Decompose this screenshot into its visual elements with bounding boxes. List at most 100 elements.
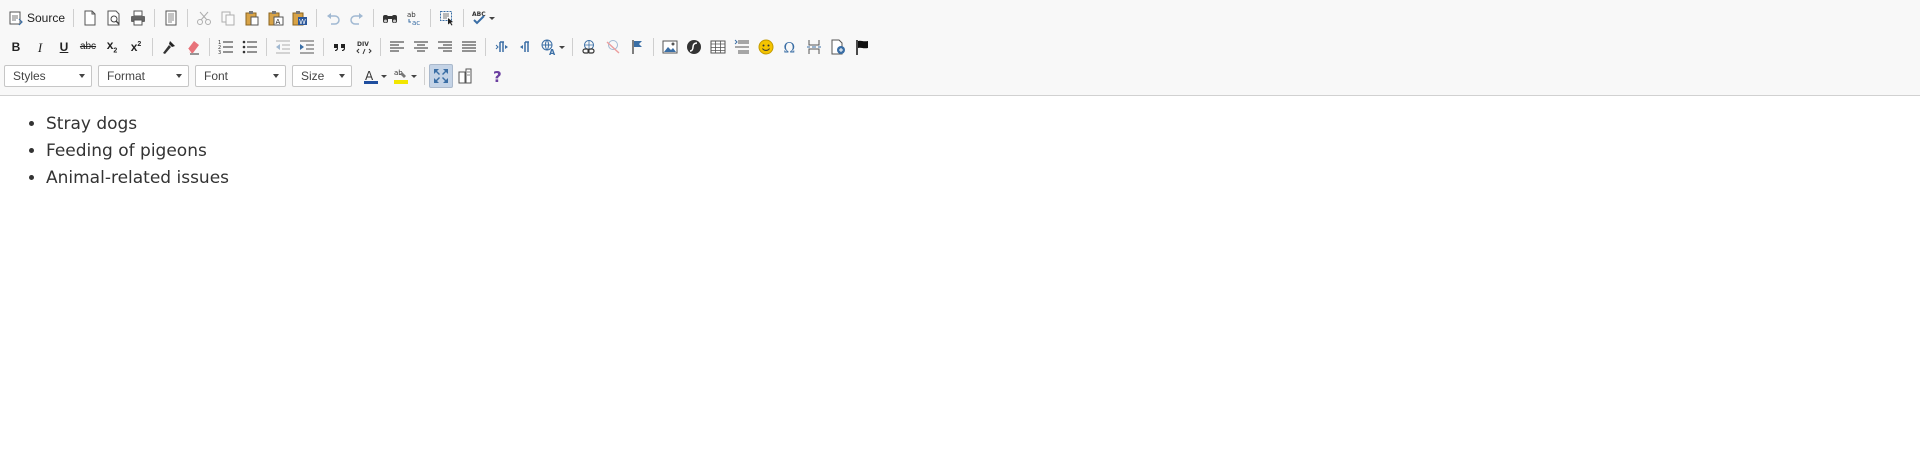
toolbar-row-2: B I U abc x2 x2 123 DIV A Ω [4,34,874,60]
justify-button[interactable] [457,35,481,59]
list-item: Stray dogs [46,111,1920,138]
link-button[interactable] [577,35,601,59]
numbered-list-button[interactable]: 123 [214,35,238,59]
font-combo[interactable]: Font [195,65,286,87]
cut-icon [196,10,212,26]
numbered-list-icon: 123 [218,39,234,55]
select-all-button[interactable] [435,6,459,30]
spellcheck-dropdown-arrow [489,16,496,20]
editor-content[interactable]: Stray dogs Feeding of pigeons Animal-rel… [0,97,1920,467]
align-center-button[interactable] [409,35,433,59]
replace-button[interactable]: ab ac [402,6,426,30]
font-combo-label: Font [204,69,229,83]
iframe-button[interactable] [826,35,850,59]
ltr-button[interactable] [490,35,514,59]
chevron-down-icon [273,74,279,78]
paste-word-icon: W [292,10,308,26]
text-color-button[interactable]: A [360,64,390,88]
copy-button[interactable] [216,6,240,30]
ltr-icon [494,39,510,55]
help-button[interactable]: ? [486,64,510,88]
subscript-button[interactable]: x2 [100,35,124,59]
table-button[interactable] [706,35,730,59]
preview-button[interactable] [102,6,126,30]
maximize-button[interactable] [429,64,453,88]
strike-icon: abc [79,41,97,52]
svg-text:A: A [549,48,556,55]
cut-button[interactable] [192,6,216,30]
div-button[interactable]: DIV [352,35,376,59]
unlink-button[interactable] [601,35,625,59]
separator [209,38,210,56]
bg-color-icon: ab [393,68,409,84]
text-color-dropdown-arrow [381,74,387,78]
rtl-button[interactable] [514,35,538,59]
remove-format-icon [185,39,201,55]
svg-text:A: A [365,69,374,83]
redo-button[interactable] [345,6,369,30]
paste-text-button[interactable]: A [264,6,288,30]
copy-formatting-button[interactable] [157,35,181,59]
align-right-icon [437,39,453,55]
print-button[interactable] [126,6,150,30]
format-combo[interactable]: Format [98,65,189,87]
flag-button[interactable] [850,35,874,59]
outdent-button[interactable] [271,35,295,59]
remove-format-button[interactable] [181,35,205,59]
find-icon [382,10,398,26]
separator [380,38,381,56]
templates-button[interactable] [159,6,183,30]
toolbar-row-3: Styles Format Font Size A ab ? [4,63,510,89]
svg-text:3: 3 [218,50,221,55]
align-left-button[interactable] [385,35,409,59]
flash-button[interactable] [682,35,706,59]
bulleted-list-button[interactable] [238,35,262,59]
undo-button[interactable] [321,6,345,30]
align-right-button[interactable] [433,35,457,59]
underline-button[interactable]: U [52,35,76,59]
horizontal-rule-button[interactable] [730,35,754,59]
blockquote-button[interactable] [328,35,352,59]
outdent-icon [275,39,291,55]
language-button[interactable]: A [538,35,568,59]
bold-icon: B [11,40,21,54]
paste-button[interactable] [240,6,264,30]
indent-button[interactable] [295,35,319,59]
separator [152,38,153,56]
image-button[interactable] [658,35,682,59]
svg-text:Ω: Ω [784,41,796,56]
source-button[interactable]: Source [4,6,69,30]
language-dropdown-arrow [559,45,565,49]
bold-button[interactable]: B [4,35,28,59]
language-icon: A [541,39,557,55]
styles-combo[interactable]: Styles [4,65,92,87]
bg-color-button[interactable]: ab [390,64,420,88]
size-combo[interactable]: Size [292,65,352,87]
help-icon: ? [490,68,506,84]
anchor-button[interactable] [625,35,649,59]
new-page-icon [82,10,98,26]
separator [316,9,318,27]
page-break-button[interactable] [802,35,826,59]
italic-button[interactable]: I [28,35,52,59]
strike-button[interactable]: abc [76,35,100,59]
show-blocks-button[interactable] [453,64,477,88]
special-char-button[interactable]: Ω [778,35,802,59]
bulleted-list-icon [242,39,258,55]
smiley-button[interactable] [754,35,778,59]
superscript-button[interactable]: x2 [124,35,148,59]
subscript-icon: x2 [106,38,118,55]
preview-icon [106,10,122,26]
source-icon [8,10,24,26]
paste-word-button[interactable]: W [288,6,312,30]
spellcheck-button[interactable]: ABC [468,6,498,30]
undo-icon [325,10,341,26]
copy-icon [220,10,236,26]
copy-formatting-icon [161,39,177,55]
new-page-button[interactable] [78,6,102,30]
find-button[interactable] [378,6,402,30]
maximize-icon [433,68,449,84]
svg-text:W: W [299,18,306,26]
svg-text:DIV: DIV [357,41,369,48]
div-icon: DIV [356,39,372,55]
